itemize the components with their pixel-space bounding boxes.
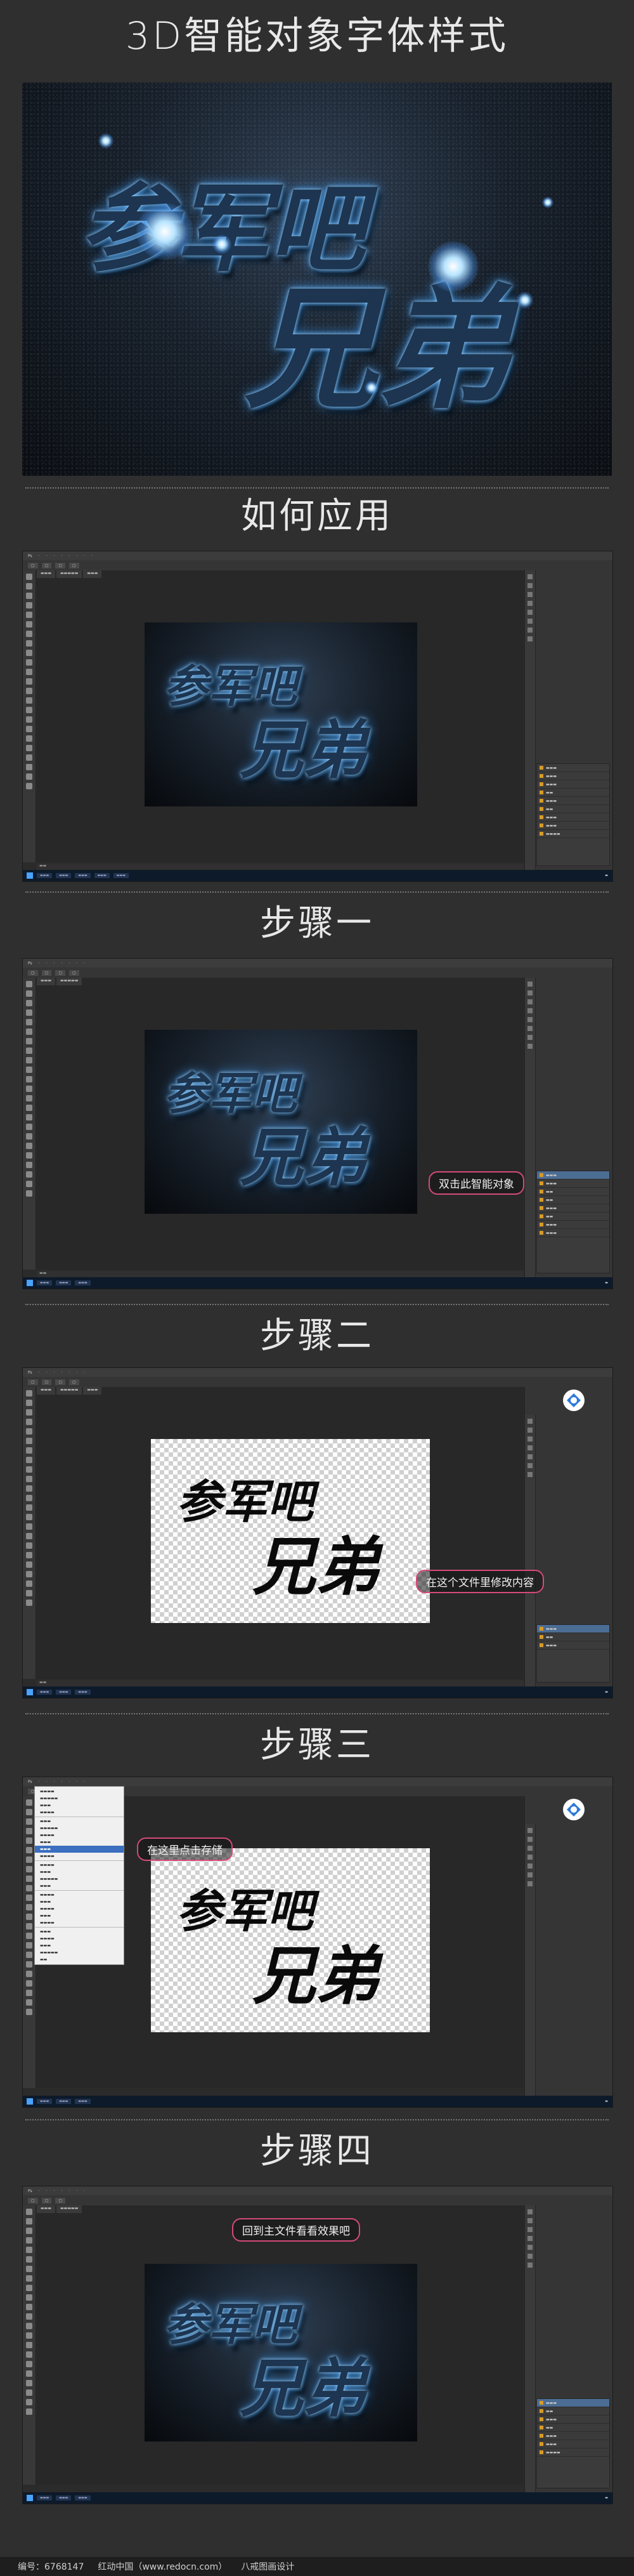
menu-bar[interactable]: Ps · · · · · · · · [23,551,612,560]
photoshop-window-step3: Ps······· ▢▢▢ ▬▬▬▬▬▬▬▬ 参军吧 兄弟 ▬▬▬▬▬▬▬▬▬▬… [22,1777,613,2108]
smart-object-canvas[interactable]: 参军吧 兄弟 [151,1848,430,2032]
section-title-step3: 步骤三 [260,1725,374,1766]
panels-dock[interactable]: ▬▬▬ ▬▬▬ ▬▬▬ ▬▬ ▬▬▬ ▬▬ ▬▬▬ ▬▬▬ ▬▬▬▬ [524,570,612,870]
panel-icons[interactable] [525,1415,536,1686]
hero-artwork: 参军吧 兄弟 [22,82,612,476]
taskbar[interactable]: ▬▬▬ ▬▬▬ ▬▬▬ ▬▬▬ ▬▬▬ ▬ [23,870,612,881]
panel-icons[interactable] [525,2205,536,2492]
sparkle [212,235,231,254]
options-bar[interactable]: ▢ ▢ ▢ ▢ [23,560,612,571]
divider [25,2119,609,2120]
footer: 编号：6768147 红动中国（www.redocn.com） 八戒图画设计 [0,2557,634,2576]
canvas-area[interactable]: 参军吧 兄弟 [37,1395,524,1679]
toolbox[interactable] [23,570,36,862]
smart-object-canvas[interactable]: 参军吧 兄弟 [151,1439,430,1623]
callout-step4: 回到主文件看看效果吧 [232,2218,360,2242]
photoshop-window-overview: Ps · · · · · · · · ▢ ▢ ▢ ▢ ▬▬▬ ▬▬▬▬▬ ▬▬▬ 参军吧 兄弟 ▬▬ ▬▬… [22,551,613,882]
callout-step3: 在这里点击存储 [137,1837,233,1861]
divider [25,1713,609,1714]
divider [25,1304,609,1305]
taskbar[interactable]: ▬▬▬ ▬▬▬ ▬▬▬ ▬ [23,2492,612,2504]
layers-panel[interactable]: ▬▬▬ ▬▬▬ ▬▬▬ ▬▬ ▬▬▬ ▬▬ ▬▬▬ ▬▬▬ ▬▬▬▬ [536,763,610,866]
sparkle [365,381,378,395]
canvas-area[interactable]: 参军吧 兄弟 [37,578,524,862]
photoshop-window-step1: Ps · · · · · · · ▢ ▢ ▢ ▢ ▬▬▬ ▬▬▬▬▬ 参军吧 兄弟 ▬▬ ▬▬▬ ▬▬▬… [22,958,613,1289]
section-title-how-to: 如何应用 [241,496,393,537]
artwork-line2: 兄弟 [240,713,366,787]
toolbox[interactable] [23,1387,36,1679]
smart-object-layer[interactable]: ▬▬▬ [537,1171,609,1180]
layers-panel[interactable]: ▬▬▬ ▬▬ ▬▬▬ [536,1624,610,1683]
status-bar: ▬▬ [37,1271,524,1277]
section-title-step2: 步骤二 [260,1315,374,1357]
panels-dock[interactable] [524,1796,612,2096]
taskbar[interactable]: ▬▬▬ ▬▬▬ ▬▬▬ ▬ [23,2096,612,2107]
options-bar[interactable]: ▢ ▢ ▢ ▢ [23,968,612,978]
panel-icons[interactable] [525,570,536,870]
section-title-step4: 步骤四 [260,2131,374,2172]
callout-step2: 在这个文件里修改内容 [416,1570,544,1593]
panels-dock[interactable]: ▬▬▬ ▬▬ ▬▬▬ [524,1387,612,1686]
sparkle [98,133,113,148]
document-tabs[interactable]: ▬▬▬ ▬▬▬▬▬ ▬▬▬ [37,1387,524,1395]
artwork-line2: 兄弟 [240,1120,366,1195]
status-bar: ▬▬ [37,1680,524,1686]
menu-bar[interactable]: Ps · · · · · · · [23,2186,612,2195]
panel-icons[interactable] [525,978,536,1277]
section-title-step1: 步骤一 [260,903,374,944]
status-bar: ▬▬ [37,864,524,870]
document-tabs[interactable]: ▬▬▬ ▬▬▬▬▬ ▬▬▬ [37,570,524,578]
sparkle [517,292,533,308]
artwork-line2: 兄弟 [252,1938,379,2013]
toolbox[interactable] [23,978,36,1270]
save-menu-item[interactable]: ▬▬▬ [35,1846,124,1853]
footer-id: 编号：6768147 [18,2562,84,2572]
panels-dock[interactable]: ▬▬▬ ▬▬ ▬▬▬ ▬▬ ▬▬▬ ▬▬▬ ▬▬▬▬ [524,2205,612,2492]
taskbar[interactable]: ▬▬▬ ▬▬▬ ▬▬▬ ▬ [23,1277,612,1289]
options-bar[interactable]: ▢▢▢ [23,2195,612,2206]
file-menu[interactable]: ▬▬▬▬ ▬▬▬▬▬ ▬▬▬ ▬▬▬▬ ▬▬▬ ▬▬▬▬▬ ▬▬▬▬ ▬▬▬ ▬▬▬ ▬▬▬… [34,1786,124,1965]
menu-bar[interactable]: Ps · · · · · · · [23,959,612,968]
document-canvas[interactable]: 参军吧 兄弟 [145,622,417,806]
sparkle [428,241,479,292]
photoshop-window-step4: Ps · · · · · · · ▢ ▢ ▢ ▬▬▬ ▬▬▬▬▬ 参军吧 兄弟 ▬▬▬ ▬▬ ▬▬▬ ▬… [22,2186,613,2504]
panel-icons[interactable] [525,1824,536,2096]
toolbox[interactable] [23,2205,36,2485]
footer-author: 八戒图画设计 [241,2562,295,2572]
menu-bar[interactable]: Ps · · · · · · · [23,1777,612,1786]
document-tabs[interactable]: ▬▬▬▬▬▬▬▬ [37,978,524,985]
panels-dock[interactable]: ▬▬▬ ▬▬▬ ▬▬ ▬▬ ▬▬▬ ▬▬ ▬▬▬ ▬▬▬ [524,978,612,1277]
document-canvas[interactable]: 参军吧 兄弟 [145,1030,417,1214]
sparkle [136,203,193,260]
app-logo-icon [563,1390,585,1411]
options-bar[interactable]: ▢ ▢ ▢ ▢ [23,1377,612,1388]
document-canvas[interactable]: 参军吧 兄弟 [145,2264,417,2441]
app-logo-icon [563,1799,585,1820]
canvas-area[interactable]: 参军吧 兄弟 [37,2213,524,2485]
sparkle [542,197,553,208]
menu-bar[interactable]: Ps · · · · · · · [23,1368,612,1377]
footer-site[interactable]: 红动中国（www.redocn.com） [98,2560,227,2573]
artwork-line2: 兄弟 [240,2351,366,2426]
photoshop-window-step2: Ps · · · · · · · ▢ ▢ ▢ ▢ ▬▬▬ ▬▬▬▬▬ ▬▬▬ 参军吧 兄弟 ▬▬ ▬▬▬… [22,1367,613,1699]
callout-step1: 双击此智能对象 [429,1171,524,1195]
taskbar[interactable]: ▬▬▬ ▬▬▬ ▬▬▬ ▬ [23,1686,612,1698]
layers-panel[interactable]: ▬▬▬ ▬▬▬ ▬▬ ▬▬ ▬▬▬ ▬▬ ▬▬▬ ▬▬▬ [536,1171,610,1273]
divider [25,891,609,893]
page-title: 3D智能对象字体样式 [125,14,509,58]
layers-panel[interactable]: ▬▬▬ ▬▬ ▬▬▬ ▬▬ ▬▬▬ ▬▬▬ ▬▬▬▬ [536,2398,610,2488]
artwork-line2: 兄弟 [252,1529,379,1604]
canvas-area[interactable]: 参军吧 兄弟 [37,985,524,1270]
document-tabs[interactable]: ▬▬▬▬▬▬▬▬ [37,2205,524,2213]
